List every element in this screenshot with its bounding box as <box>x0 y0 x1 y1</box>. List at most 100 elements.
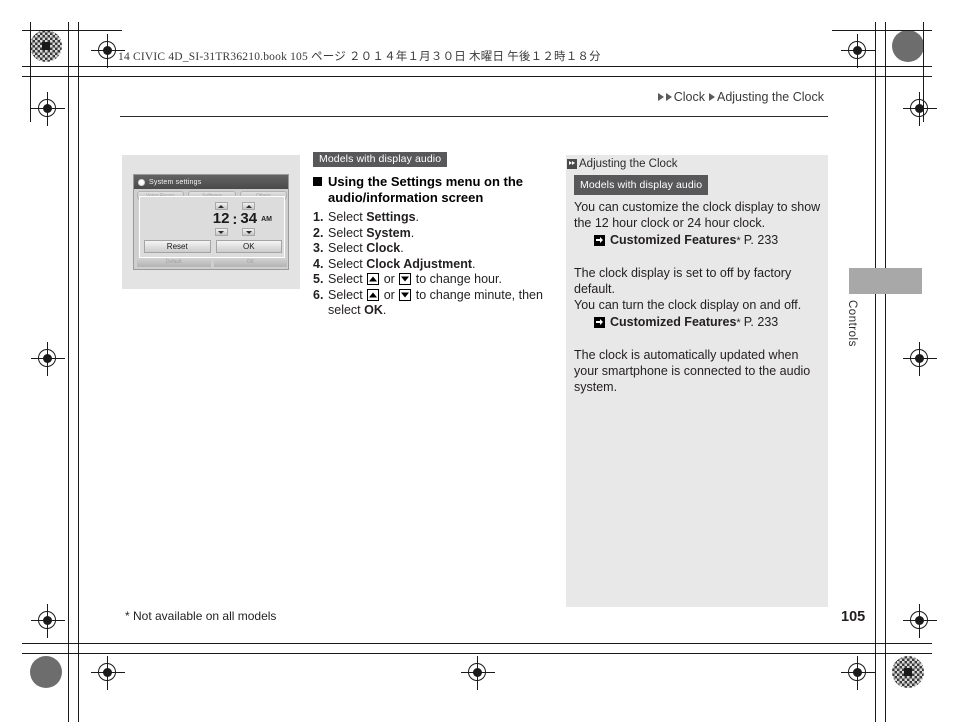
step-text-bold: Clock <box>366 241 401 255</box>
step-number: 3. <box>313 241 324 255</box>
section-heading-text: Using the Settings menu on the audio/inf… <box>328 174 524 205</box>
crop-line <box>885 22 886 722</box>
breadcrumb: Clock Adjusting the Clock <box>657 90 828 104</box>
info-paragraph-2-line-2: You can turn the clock display on and of… <box>574 297 802 312</box>
reference-star: * <box>736 316 741 329</box>
instructions-column: Models with display audio Using the Sett… <box>313 149 553 319</box>
minute-stepper[interactable]: 34 <box>240 202 257 236</box>
step-text-pre: Select <box>328 287 367 302</box>
reference-page: P. 233 <box>743 314 779 329</box>
step-list: 1. Select Settings. 2. Select System. 3.… <box>313 210 553 319</box>
step-text-post: to change hour. <box>412 272 502 286</box>
hour-stepper[interactable]: 12 <box>213 202 229 236</box>
arrow-down-icon <box>399 288 412 301</box>
step-text-pre: Select <box>328 241 367 255</box>
info-panel: Adjusting the Clock Models with display … <box>566 155 828 607</box>
step-number: 4. <box>313 256 324 271</box>
display-audio-screen-figure: System settings Voice Recog. Software Ot… <box>122 155 300 289</box>
step-text: Select Clock Adjustment. <box>328 257 553 273</box>
registration-mark <box>841 656 875 690</box>
step-text-bold: Settings <box>366 210 416 224</box>
step-text-mid: or <box>380 287 399 302</box>
reference-star: * <box>736 234 741 247</box>
breadcrumb-level-2: Adjusting the Clock <box>716 90 824 104</box>
section-tab-marker <box>849 268 922 294</box>
step-text-pre: Select <box>328 225 367 240</box>
minute-down-button[interactable] <box>242 228 256 236</box>
minute-value: 34 <box>240 210 258 227</box>
chevron-right-icon <box>657 93 664 101</box>
clock-adjustment-dialog: 12 : 34 AM Reset OK <box>139 196 285 258</box>
meridiem-label: AM <box>261 215 272 223</box>
info-models-badge: Models with display audio <box>574 175 709 195</box>
step-number: 1. <box>313 210 324 224</box>
list-item: 3. Select Clock. <box>313 241 553 257</box>
step-text-pre: Select <box>328 210 367 224</box>
step-number: 2. <box>313 225 324 240</box>
registration-mark <box>31 342 65 376</box>
step-text: Select System. <box>328 226 553 242</box>
background-footer-default: Default <box>137 258 211 267</box>
section-tab-label: Controls <box>846 300 858 347</box>
square-bullet-icon <box>313 177 322 186</box>
section-heading: Using the Settings menu on the audio/inf… <box>313 174 553 205</box>
cross-reference-2[interactable]: Customized Features * P. 233 <box>594 314 822 331</box>
info-paragraph-3: The clock is automatically updated when … <box>574 347 811 394</box>
step-text-bold: System <box>366 225 411 240</box>
reset-button[interactable]: Reset <box>144 240 211 253</box>
registration-mark <box>461 656 495 690</box>
cross-reference-1[interactable]: Customized Features * P. 233 <box>594 232 822 249</box>
screen-title: System settings <box>149 178 202 186</box>
registration-mark <box>31 92 65 126</box>
step-text-post: . <box>410 225 415 240</box>
step-number: 6. <box>313 287 324 302</box>
arrow-up-icon <box>367 288 380 301</box>
reference-name: Customized Features <box>610 314 737 329</box>
registration-mark <box>841 34 875 68</box>
breadcrumb-level-1: Clock <box>673 90 705 104</box>
reference-name: Customized Features <box>610 232 737 247</box>
print-slug-line: 14 CIVIC 4D_SI-31TR36210.book 105 ページ ２０… <box>118 51 601 63</box>
minute-up-button[interactable] <box>242 202 256 210</box>
crop-line <box>78 22 79 722</box>
info-panel-body: Models with display audio You can custom… <box>574 175 822 395</box>
crop-line <box>22 66 932 67</box>
step-text-pre: Select <box>328 272 367 286</box>
info-paragraph-1: You can customize the clock display to s… <box>574 199 821 230</box>
clock-time-control: 12 : 34 AM <box>213 202 272 236</box>
chevron-right-icon <box>665 93 672 101</box>
step-text-bold: Clock Adjustment <box>366 256 473 271</box>
step-text-bold: OK <box>364 303 383 317</box>
background-footer-row: Default OK <box>137 258 287 267</box>
step-text-pre: Select <box>328 256 367 271</box>
crop-line <box>22 653 932 654</box>
gear-icon <box>138 178 145 186</box>
reference-arrow-icon <box>594 316 605 328</box>
halftone-target-bottom-left <box>30 656 62 688</box>
reference-page: P. 233 <box>743 232 779 247</box>
crop-line <box>22 643 932 644</box>
crop-line <box>22 76 932 77</box>
header-divider <box>120 116 828 117</box>
step-text: Select or to change hour. <box>328 272 553 288</box>
chevron-right-icon <box>708 93 715 101</box>
display-audio-screen: System settings Voice Recog. Software Ot… <box>133 174 289 270</box>
ok-button[interactable]: OK <box>215 240 282 253</box>
step-text-post: . <box>415 210 420 224</box>
footnote: * Not available on all models <box>125 609 277 623</box>
step-text-mid: or <box>380 272 399 286</box>
info-panel-title: Adjusting the Clock <box>567 158 677 170</box>
crop-line <box>832 30 932 31</box>
crop-line <box>68 22 69 722</box>
hour-up-button[interactable] <box>214 202 228 210</box>
hour-down-button[interactable] <box>214 228 228 236</box>
registration-mark <box>903 604 937 638</box>
info-paragraph-2-line-1: The clock display is set to off by facto… <box>574 265 792 296</box>
clock-separator: : <box>232 210 238 228</box>
double-chevron-icon <box>567 159 577 169</box>
background-footer-ok: OK <box>213 258 287 267</box>
step-text: Select or to change minute, then select … <box>328 288 553 319</box>
arrow-down-icon <box>399 273 412 285</box>
